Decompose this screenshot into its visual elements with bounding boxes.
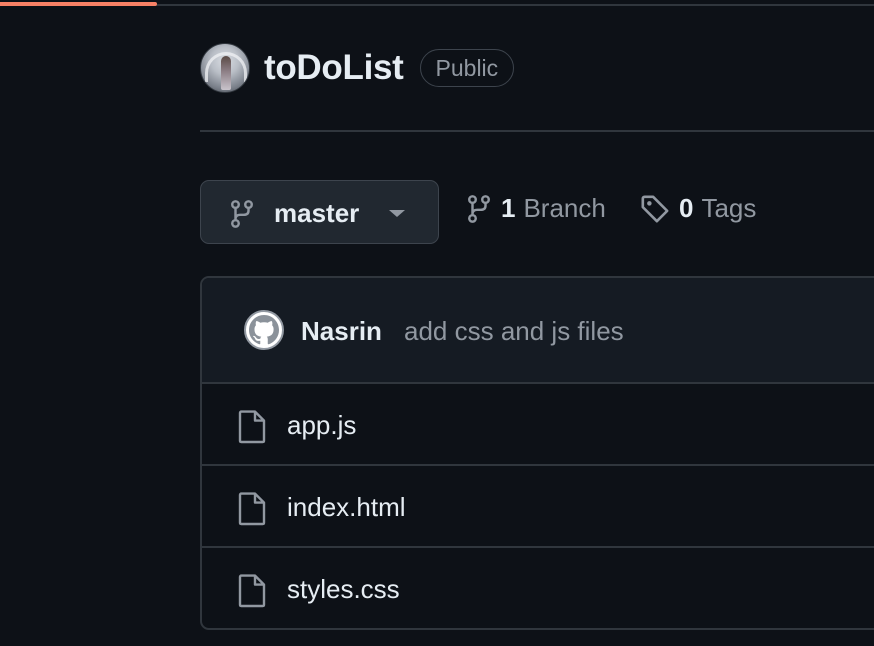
owner-avatar[interactable] xyxy=(200,43,250,93)
tag-icon xyxy=(641,195,669,222)
header-divider xyxy=(200,130,874,132)
file-icon xyxy=(238,410,266,449)
page-loading-progress-bar xyxy=(0,2,158,6)
branch-selector-button[interactable]: master xyxy=(200,180,439,244)
repo-header: toDoList Public xyxy=(200,43,515,93)
tag-label: Tags xyxy=(701,193,757,223)
file-row[interactable]: index.html xyxy=(202,466,874,548)
file-name-link[interactable]: app.js xyxy=(287,410,356,441)
file-icon xyxy=(238,574,266,613)
tags-link[interactable]: 0 Tags xyxy=(640,193,756,224)
commit-author-link[interactable]: Nasrin xyxy=(301,316,382,347)
branches-link[interactable]: 1 Branch xyxy=(466,193,606,224)
chevron-down-icon xyxy=(389,210,405,217)
tag-count: 0 xyxy=(679,193,694,223)
commit-author-avatar[interactable] xyxy=(244,310,284,350)
file-row[interactable]: app.js xyxy=(202,384,874,466)
branch-count: 1 xyxy=(501,193,516,223)
github-mark-icon xyxy=(249,315,279,345)
file-browser: Nasrin add css and js files app.js index… xyxy=(200,276,874,630)
branch-label: Branch xyxy=(523,193,606,223)
repository-page: toDoList Public master 1 Branch 0 Tags N… xyxy=(0,0,874,646)
file-icon xyxy=(238,492,266,531)
current-branch-label: master xyxy=(274,198,360,228)
commit-message-link[interactable]: add css and js files xyxy=(404,316,624,347)
git-branch-icon xyxy=(229,199,255,234)
visibility-badge: Public xyxy=(419,49,515,87)
git-branch-icon xyxy=(468,194,490,223)
repo-name-link[interactable]: toDoList xyxy=(264,48,404,88)
file-row[interactable]: styles.css xyxy=(202,548,874,628)
file-name-link[interactable]: styles.css xyxy=(287,574,400,605)
file-name-link[interactable]: index.html xyxy=(287,492,406,523)
latest-commit-row: Nasrin add css and js files xyxy=(202,278,874,384)
